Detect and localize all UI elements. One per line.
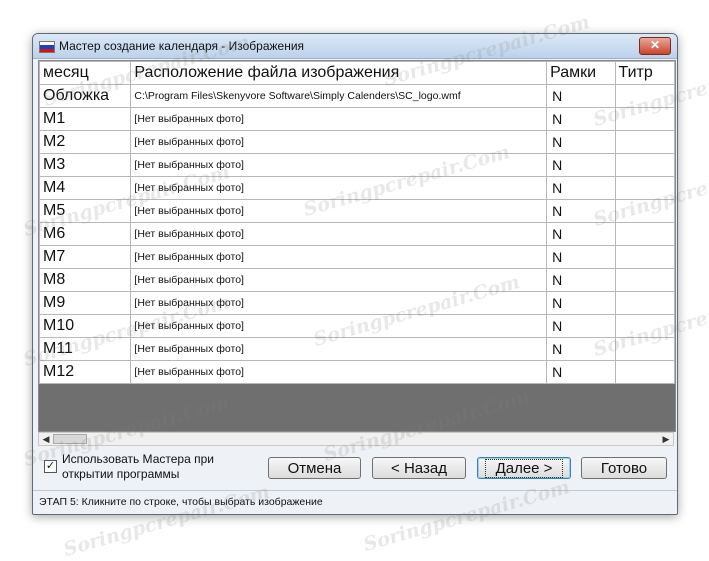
title-cell[interactable] (614, 314, 675, 338)
title-cell[interactable] (614, 337, 675, 361)
column-header-month[interactable]: месяц (39, 61, 132, 85)
frames-cell[interactable]: N (546, 268, 616, 292)
file-cell[interactable]: [Нет выбранных фото] (130, 107, 548, 131)
month-cell: M1 (39, 107, 132, 131)
month-cell: M4 (39, 176, 132, 200)
finish-button[interactable]: Готово (581, 457, 667, 479)
table-row[interactable]: M11 [Нет выбранных фото] N (39, 337, 675, 361)
title-bar[interactable]: Мастер создание календаря - Изображения … (33, 34, 677, 59)
file-cell[interactable]: [Нет выбранных фото] (130, 245, 548, 269)
file-cell[interactable]: [Нет выбранных фото] (130, 222, 548, 246)
title-cell[interactable] (614, 130, 675, 154)
table-row[interactable]: M8 [Нет выбранных фото] N (39, 268, 675, 292)
status-bar: ЭТАП 5: Кликните по строке, чтобы выбрат… (33, 490, 677, 512)
next-button[interactable]: Далее > (477, 457, 571, 479)
table-row[interactable]: M7 [Нет выбранных фото] N (39, 245, 675, 269)
month-cell: M12 (39, 360, 132, 384)
month-cell: M11 (39, 337, 132, 361)
scrollbar-thumb[interactable] (53, 434, 87, 444)
column-header-title[interactable]: Титр (614, 61, 675, 85)
wizard-window: Мастер создание календаря - Изображения … (32, 33, 678, 515)
title-cell[interactable] (614, 245, 675, 269)
frames-cell[interactable]: N (546, 291, 616, 315)
file-cell[interactable]: C:\Program Files\Skenyvore Software\Simp… (130, 84, 548, 108)
table-row[interactable]: M1 [Нет выбранных фото] N (39, 107, 675, 131)
next-button-label: Далее > (484, 459, 564, 478)
table-row[interactable]: M4 [Нет выбранных фото] N (39, 176, 675, 200)
table-row[interactable]: M2 [Нет выбранных фото] N (39, 130, 675, 154)
frames-cell[interactable]: N (546, 84, 616, 108)
frames-cell[interactable]: N (546, 130, 616, 154)
table-row[interactable]: M12 [Нет выбранных фото] N (39, 360, 675, 384)
column-header-frames[interactable]: Рамки (546, 61, 616, 85)
use-wizard-checkbox[interactable]: ✓ (44, 460, 57, 473)
title-cell[interactable] (614, 153, 675, 177)
table-row[interactable]: M6 [Нет выбранных фото] N (39, 222, 675, 246)
cancel-button[interactable]: Отмена (268, 457, 361, 479)
month-cell: M2 (39, 130, 132, 154)
table-row[interactable]: M5 [Нет выбранных фото] N (39, 199, 675, 223)
file-cell[interactable]: [Нет выбранных фото] (130, 360, 548, 384)
file-cell[interactable]: [Нет выбранных фото] (130, 314, 548, 338)
use-wizard-label-line1: Использовать Мастера при (62, 452, 214, 466)
scroll-left-arrow-icon[interactable]: ◀ (40, 433, 52, 445)
scroll-right-arrow-icon[interactable]: ▶ (660, 433, 672, 445)
month-cell: M7 (39, 245, 132, 269)
month-cell: M10 (39, 314, 132, 338)
title-cell[interactable] (614, 107, 675, 131)
title-cell[interactable] (614, 360, 675, 384)
file-cell[interactable]: [Нет выбранных фото] (130, 291, 548, 315)
month-cell: M6 (39, 222, 132, 246)
frames-cell[interactable]: N (546, 222, 616, 246)
month-cell: M8 (39, 268, 132, 292)
use-wizard-option[interactable]: ✓ Использовать Мастера при открытии прог… (42, 452, 262, 486)
file-cell[interactable]: [Нет выбранных фото] (130, 199, 548, 223)
title-cell[interactable] (614, 222, 675, 246)
frames-cell[interactable]: N (546, 360, 616, 384)
frames-cell[interactable]: N (546, 176, 616, 200)
title-cell[interactable] (614, 268, 675, 292)
file-cell[interactable]: [Нет выбранных фото] (130, 337, 548, 361)
window-title: Мастер создание календаря - Изображения (59, 39, 305, 53)
frames-cell[interactable]: N (546, 153, 616, 177)
frames-cell[interactable]: N (546, 107, 616, 131)
title-cell[interactable] (614, 291, 675, 315)
image-table: месяц Расположение файла изображения Рам… (39, 61, 675, 384)
file-cell[interactable]: [Нет выбранных фото] (130, 176, 548, 200)
file-cell[interactable]: [Нет выбранных фото] (130, 153, 548, 177)
frames-cell[interactable]: N (546, 245, 616, 269)
russian-flag-icon (39, 41, 55, 53)
month-cell: M5 (39, 199, 132, 223)
title-cell[interactable] (614, 199, 675, 223)
file-cell[interactable]: [Нет выбранных фото] (130, 268, 548, 292)
horizontal-scrollbar[interactable]: ◀ ▶ (38, 432, 674, 446)
frames-cell[interactable]: N (546, 337, 616, 361)
image-grid[interactable]: месяц Расположение файла изображения Рам… (38, 60, 676, 432)
use-wizard-label-line2: открытии программы (62, 467, 180, 481)
close-button[interactable]: ✕ (639, 37, 671, 55)
frames-cell[interactable]: N (546, 199, 616, 223)
table-row[interactable]: M10 [Нет выбранных фото] N (39, 314, 675, 338)
title-cell[interactable] (614, 176, 675, 200)
table-row[interactable]: M9 [Нет выбранных фото] N (39, 291, 675, 315)
frames-cell[interactable]: N (546, 314, 616, 338)
month-cell: Обложка (39, 84, 132, 108)
table-header-row: месяц Расположение файла изображения Рам… (39, 61, 675, 85)
month-cell: M9 (39, 291, 132, 315)
month-cell: M3 (39, 153, 132, 177)
column-header-file-location[interactable]: Расположение файла изображения (130, 61, 548, 85)
table-row[interactable]: M3 [Нет выбранных фото] N (39, 153, 675, 177)
file-cell[interactable]: [Нет выбранных фото] (130, 130, 548, 154)
table-row[interactable]: Обложка C:\Program Files\Skenyvore Softw… (39, 84, 675, 108)
back-button[interactable]: < Назад (372, 457, 466, 479)
title-cell[interactable] (614, 84, 675, 108)
